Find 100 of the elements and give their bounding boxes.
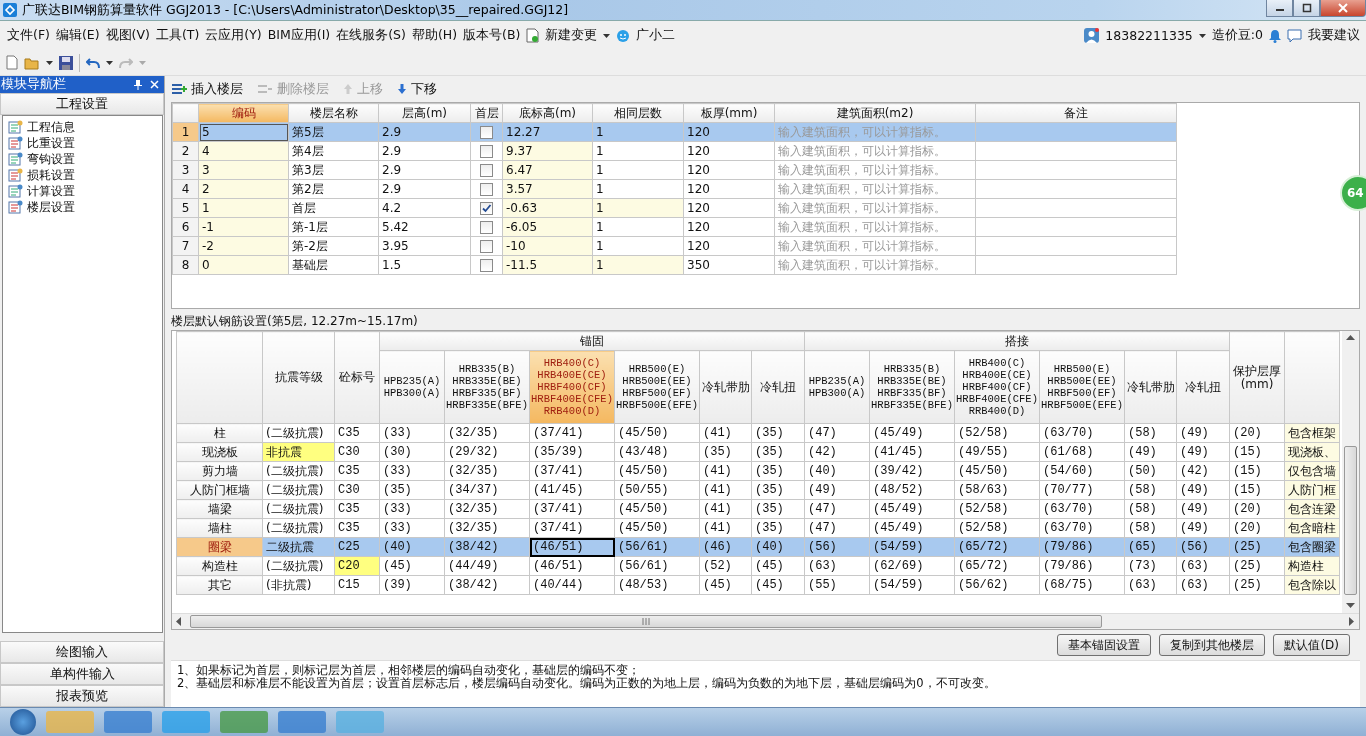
column-header[interactable]: 层高(m) <box>378 103 471 123</box>
toolbar-button[interactable]: 下移 <box>397 80 437 98</box>
module-tab[interactable]: 绘图输入 <box>0 641 164 663</box>
caret-icon[interactable] <box>106 60 113 65</box>
toolbar-button[interactable]: 插入楼层 <box>171 80 243 98</box>
checkbox[interactable] <box>480 259 493 272</box>
column-header[interactable]: 冷轧带肋 <box>1124 350 1177 424</box>
column-header[interactable]: 底标高(m) <box>502 103 593 123</box>
new-file-icon[interactable] <box>6 55 18 70</box>
menu-item[interactable]: 文件(F) <box>7 27 50 44</box>
menu-item[interactable]: 版本号(B) <box>463 27 521 44</box>
action-button[interactable]: 基本锚固设置 <box>1057 634 1152 656</box>
note-text: 2、基础层和标准层不能设置为首层；设置首层标志后，楼层编码自动变化。编码为正数的为地上层，编码为负数的为地下层，基础层编码为0，不可改变。 <box>177 677 997 690</box>
column-header[interactable]: HRB335(B) HRB335E(BE) HRBF335(BF) HRBF335E(BFE) <box>869 350 955 424</box>
checkbox[interactable] <box>480 202 493 215</box>
table-cell: 第4层 <box>288 141 379 161</box>
column-header[interactable]: 建筑面积(m2) <box>774 103 976 123</box>
settings-sheet-icon <box>8 200 23 214</box>
column-header[interactable]: HPB235(A) HPB300(A) <box>379 350 445 424</box>
menu-item[interactable]: BIM应用(I) <box>267 27 331 44</box>
tree-item[interactable]: 楼层设置 <box>3 199 162 215</box>
checkbox[interactable] <box>480 126 493 139</box>
account-dropdown[interactable]: 18382211335 <box>1105 28 1193 43</box>
column-header[interactable]: 相同层数 <box>592 103 684 123</box>
user-icon <box>1084 28 1100 43</box>
scroll-up-icon[interactable] <box>1346 335 1355 341</box>
tree-item[interactable]: 弯钩设置 <box>3 151 162 167</box>
close-icon[interactable] <box>150 80 159 89</box>
scroll-thumb[interactable] <box>1344 446 1357 595</box>
column-header[interactable]: 备注 <box>975 103 1177 123</box>
tree-item[interactable]: 工程信息 <box>3 119 162 135</box>
column-header[interactable]: 冷轧扭 <box>1176 350 1230 424</box>
column-header[interactable]: HRB500(E) HRB500E(EE) HRBF500(EF) HRBF500E(EFE) <box>614 350 700 424</box>
document-icon <box>526 28 540 43</box>
settings-sheet-icon <box>8 184 23 198</box>
column-header[interactable]: HRB400(C) HRB400E(CE) HRBF400(CF) HRBF400E(CFE) RRB400(D) <box>529 350 615 424</box>
minimize-button[interactable] <box>1266 0 1293 17</box>
menu-item[interactable]: 编辑(E) <box>55 27 100 44</box>
table-cell: 2.9 <box>378 160 471 180</box>
table-cell: 120 <box>683 179 775 199</box>
table-cell: 第2层 <box>288 179 379 199</box>
start-button[interactable] <box>10 709 36 735</box>
smiley-icon <box>616 28 631 43</box>
menu-item[interactable]: 在线服务(S) <box>336 27 406 44</box>
tree-item[interactable]: 比重设置 <box>3 135 162 151</box>
menu-item[interactable]: 新建变更 <box>545 27 598 44</box>
maximize-button[interactable] <box>1293 0 1320 17</box>
action-button[interactable]: 复制到其他楼层 <box>1159 634 1266 656</box>
scroll-thumb[interactable] <box>190 615 1102 628</box>
menu-item[interactable]: 视图(V) <box>105 27 150 44</box>
module-tab[interactable]: 报表预览 <box>0 685 164 707</box>
section-tab[interactable]: 工程设置 <box>0 93 164 115</box>
pin-icon[interactable] <box>134 79 142 90</box>
undo-icon[interactable] <box>86 56 100 69</box>
table-cell: 120 <box>683 141 775 161</box>
delete-rows-icon <box>257 83 273 95</box>
menu-item[interactable]: 帮助(H) <box>411 27 458 44</box>
save-icon[interactable] <box>59 55 73 70</box>
column-header[interactable]: 楼层名称 <box>288 103 379 123</box>
column-header[interactable]: 冷轧扭 <box>751 350 805 424</box>
table-cell: 1 <box>592 179 684 199</box>
column-header[interactable]: HPB235(A) HPB300(A) <box>804 350 870 424</box>
menu-item[interactable]: 工具(T) <box>155 27 200 44</box>
column-header: 抗震等级 <box>262 331 335 424</box>
action-button[interactable]: 默认值(D) <box>1273 634 1350 656</box>
maximize-icon <box>1301 3 1312 13</box>
tree-item[interactable]: 计算设置 <box>3 183 162 199</box>
vertical-scrollbar[interactable] <box>1342 331 1359 613</box>
column-header[interactable]: 编码 <box>198 103 289 123</box>
menu-item[interactable]: 云应用(Y) <box>205 27 262 44</box>
module-tab[interactable]: 单构件输入 <box>0 663 164 685</box>
suggest-link[interactable]: 我要建议 <box>1308 27 1360 44</box>
bell-icon[interactable] <box>1269 28 1281 43</box>
menu-item[interactable]: 广小二 <box>636 27 676 44</box>
table-cell: 首层 <box>288 198 379 218</box>
column-header[interactable]: HRB400(C) HRB400E(CE) HRBF400(CF) HRBF400E(CFE) RRB400(D) <box>954 350 1040 424</box>
open-folder-icon[interactable] <box>24 55 40 70</box>
table-cell: 1 <box>592 160 684 180</box>
column-header[interactable]: 冷轧带肋 <box>699 350 752 424</box>
caret-icon[interactable] <box>46 60 53 65</box>
scroll-right-icon[interactable] <box>1349 617 1355 626</box>
note-text: 1、如果标记为首层，则标记层为首层，相邻楼层的编码自动变化，基础层的编码不变； <box>177 664 642 677</box>
tree-item[interactable]: 损耗设置 <box>3 167 162 183</box>
table-cell: 1 <box>592 217 684 237</box>
horizontal-scrollbar[interactable] <box>172 613 1359 629</box>
column-header[interactable]: 板厚(mm) <box>683 103 775 123</box>
checkbox[interactable] <box>480 164 493 177</box>
scroll-down-icon[interactable] <box>1346 603 1355 609</box>
column-header[interactable]: 首层 <box>470 103 503 123</box>
beans-count: 造价豆:0 <box>1211 27 1263 44</box>
table-cell: 120 <box>683 198 775 218</box>
column-header[interactable]: HRB335(B) HRB335E(BE) HRBF335(BF) HRBF335E(BFE) <box>444 350 530 424</box>
close-button[interactable] <box>1320 0 1366 17</box>
column-header[interactable]: HRB500(E) HRB500E(EE) HRBF500(EF) HRBF500E(EFE) <box>1039 350 1125 424</box>
checkbox[interactable] <box>480 240 493 253</box>
checkbox[interactable] <box>480 183 493 196</box>
checkbox[interactable] <box>480 221 493 234</box>
table-cell: 2.9 <box>378 179 471 199</box>
scroll-left-icon[interactable] <box>176 617 182 626</box>
checkbox[interactable] <box>480 145 493 158</box>
